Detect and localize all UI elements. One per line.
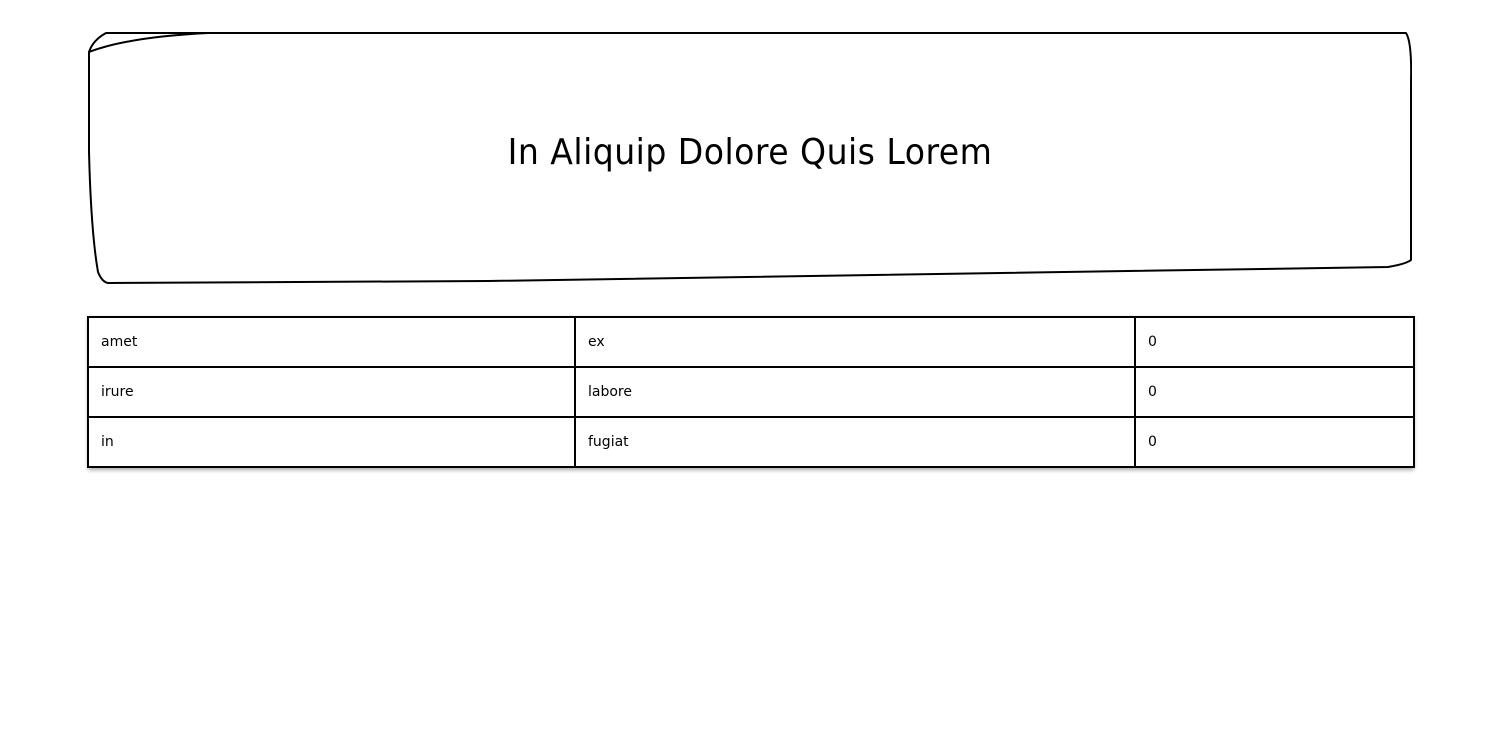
data-table: amet ex 0 irure labore 0 in fugiat 0 [87,316,1415,468]
table-cell: in [87,416,576,468]
table-cell: ex [574,316,1136,368]
page: In Aliquip Dolore Quis Lorem amet ex 0 i… [0,0,1500,752]
table-row: amet ex 0 [87,316,1415,368]
table-cell: 0 [1134,316,1415,368]
table-row: irure labore 0 [87,366,1415,418]
table-cell: 0 [1134,366,1415,418]
table-cell: amet [87,316,576,368]
table-cell: labore [574,366,1136,418]
page-title: In Aliquip Dolore Quis Lorem [507,132,993,173]
table-row: in fugiat 0 [87,416,1415,468]
header-panel: In Aliquip Dolore Quis Lorem [88,32,1412,284]
table-cell: fugiat [574,416,1136,468]
table-cell: 0 [1134,416,1415,468]
data-table-container: amet ex 0 irure labore 0 in fugiat 0 [87,316,1415,468]
table-cell: irure [87,366,576,418]
